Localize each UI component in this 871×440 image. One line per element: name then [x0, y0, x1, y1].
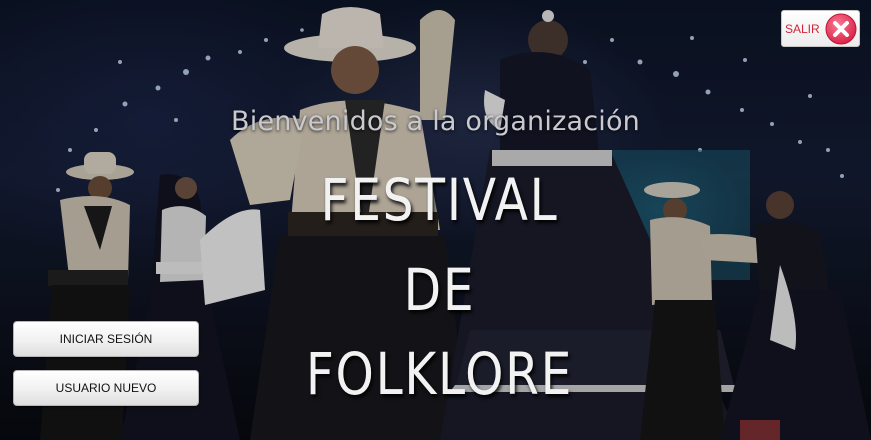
new-user-button-label: USUARIO NUEVO [55, 381, 157, 395]
exit-button-label: SALIR [785, 22, 820, 36]
welcome-heading: Bienvenidos a la organización [231, 106, 640, 137]
close-icon [825, 13, 857, 45]
festival-title-line-2: DE [403, 256, 476, 324]
new-user-button[interactable]: USUARIO NUEVO [13, 370, 199, 406]
background-photo: Bienvenidos a la organización FESTIVAL D… [0, 0, 871, 440]
login-button-label: INICIAR SESIÓN [59, 332, 153, 346]
exit-button[interactable]: SALIR [781, 10, 860, 47]
festival-title-line-1: FESTIVAL [320, 166, 559, 234]
login-button[interactable]: INICIAR SESIÓN [13, 321, 199, 357]
